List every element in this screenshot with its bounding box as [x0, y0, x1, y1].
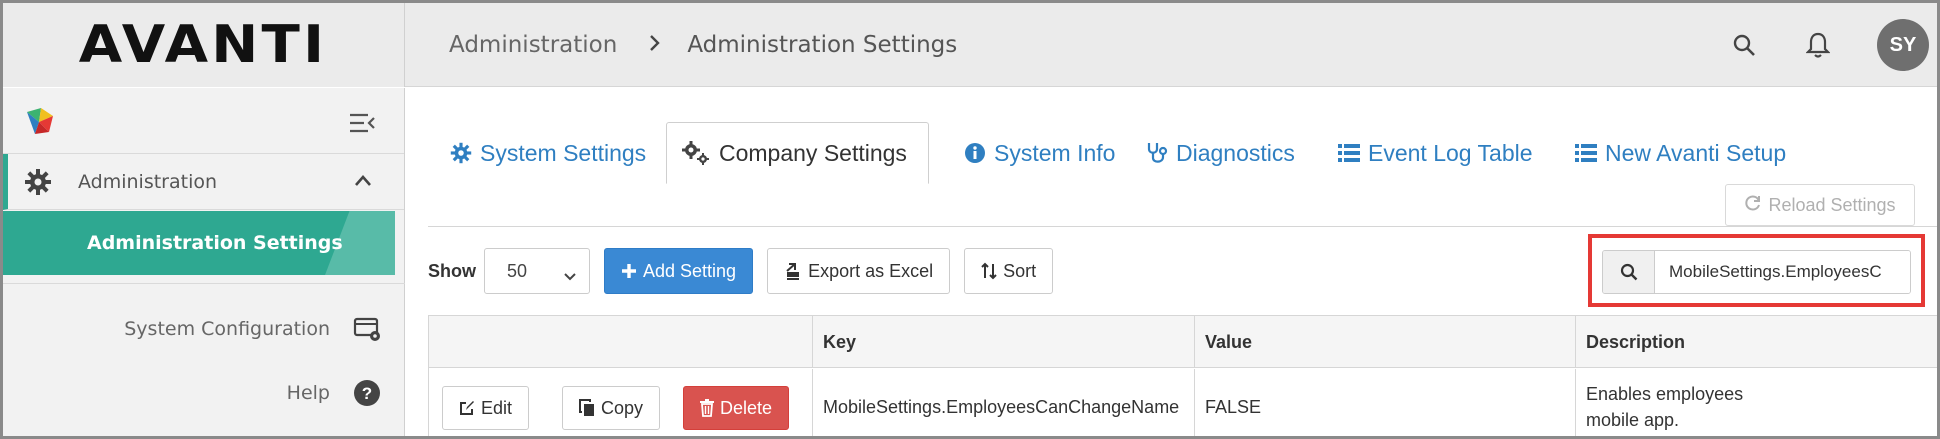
tab-new-avanti-setup[interactable]: New Avanti Setup	[1561, 122, 1800, 184]
row-actions-cell: Edit Copy Delete	[429, 369, 813, 436]
reload-settings-button[interactable]: Reload Settings	[1725, 184, 1915, 226]
export-excel-button[interactable]: Export as Excel	[767, 248, 951, 294]
breadcrumb-administration[interactable]: Administration	[449, 32, 617, 58]
description-line: Enables employees	[1586, 384, 1744, 404]
show-label: Show	[428, 260, 476, 281]
trash-icon	[700, 399, 714, 417]
sidebar-item-administration-settings[interactable]: Administration Settings	[3, 211, 395, 275]
tab-label: System Settings	[480, 139, 647, 166]
tab-label: System Info	[994, 139, 1116, 166]
export-icon	[784, 262, 802, 280]
sidebar-item-label: Help	[286, 382, 330, 404]
collapse-menu-icon[interactable]	[348, 112, 376, 134]
svg-text:?: ?	[362, 384, 372, 403]
delete-label: Delete	[720, 397, 773, 418]
tab-label: Event Log Table	[1368, 139, 1533, 166]
sidebar-item-label: Administration	[78, 170, 218, 193]
copy-button[interactable]: Copy	[562, 386, 661, 430]
sort-icon	[981, 262, 997, 280]
tab-system-settings[interactable]: System Settings	[436, 122, 660, 184]
copy-label: Copy	[601, 397, 644, 418]
sidebar-item-system-configuration[interactable]: System Configuration	[124, 309, 382, 349]
settings-table: Key Value Description Edit Copy Delete M…	[428, 315, 1937, 436]
bell-icon[interactable]	[1803, 30, 1833, 60]
add-setting-button[interactable]: Add Setting	[604, 248, 754, 294]
tab-label: Diagnostics	[1176, 139, 1295, 166]
app-logo: AVANTI	[79, 15, 328, 75]
tab-divider	[428, 226, 1937, 227]
sidebar-item-administration[interactable]: Administration	[3, 154, 404, 210]
search-highlight	[1588, 234, 1925, 307]
app-window: AVANTI Administration Administration Set…	[0, 0, 1940, 439]
key-cell: MobileSettings.EmployeesCanChangeName	[813, 369, 1195, 436]
table-toolbar: Show 50 Add Setting Export as Excel Sort	[428, 248, 1067, 294]
chevron-up-icon[interactable]	[354, 174, 372, 188]
column-header-value[interactable]: Value	[1195, 316, 1576, 368]
page-size-value: 50	[507, 260, 528, 281]
chevron-down-icon	[563, 266, 577, 281]
avatar[interactable]: SY	[1877, 19, 1929, 71]
chevron-right-icon	[649, 33, 661, 58]
list-icon	[1338, 143, 1360, 163]
gear-icon	[450, 142, 472, 164]
reload-label: Reload Settings	[1768, 194, 1896, 215]
sort-label: Sort	[1003, 260, 1037, 281]
sidebar: Administration Administration Settings S…	[3, 88, 405, 436]
delete-button[interactable]: Delete	[683, 386, 790, 430]
tab-label: New Avanti Setup	[1605, 139, 1787, 166]
tab-label: Company Settings	[719, 139, 907, 166]
sidebar-item-label: Administration Settings	[87, 232, 343, 254]
main-content: System Settings Company Settings System …	[406, 88, 1937, 436]
header-actions: SY	[1729, 3, 1937, 87]
sidebar-item-label: System Configuration	[124, 318, 330, 340]
info-icon	[964, 142, 986, 164]
divider	[3, 283, 405, 284]
refresh-icon	[1744, 194, 1762, 217]
edit-button[interactable]: Edit	[442, 386, 530, 430]
description-line: mobile app.	[1586, 410, 1680, 430]
gear-icon	[24, 168, 52, 196]
tab-diagnostics[interactable]: Diagnostics	[1132, 122, 1309, 184]
add-setting-label: Add Setting	[643, 260, 737, 281]
column-header-key[interactable]: Key	[813, 316, 1195, 368]
tab-system-info[interactable]: System Info	[950, 122, 1129, 184]
system-config-icon	[352, 314, 382, 344]
sidebar-top	[3, 88, 404, 154]
export-label: Export as Excel	[808, 260, 934, 281]
column-header-description[interactable]: Description	[1576, 316, 1937, 368]
plus-icon	[621, 263, 637, 279]
search-box	[1602, 250, 1911, 294]
avanti-mark-icon	[23, 106, 57, 140]
search-icon[interactable]	[1729, 30, 1759, 60]
page-size-select[interactable]: 50	[484, 248, 590, 294]
edit-label: Edit	[481, 397, 513, 418]
list-icon	[1575, 143, 1597, 163]
settings-tabs: System Settings Company Settings System …	[406, 88, 1937, 184]
tab-company-settings[interactable]: Company Settings	[666, 122, 929, 184]
sidebar-item-help[interactable]: Help ?	[287, 373, 382, 413]
description-cell: Enables employees mobile app.	[1576, 369, 1937, 436]
tab-event-log-table[interactable]: Event Log Table	[1324, 122, 1547, 184]
breadcrumb: Administration Administration Settings	[449, 3, 957, 87]
top-bar: AVANTI Administration Administration Set…	[3, 3, 1937, 87]
copy-icon	[579, 399, 595, 417]
search-icon[interactable]	[1603, 251, 1655, 293]
table-header: Key Value Description	[429, 316, 1937, 368]
sort-button[interactable]: Sort	[964, 248, 1054, 294]
search-input[interactable]	[1655, 251, 1910, 293]
value-cell: FALSE	[1195, 369, 1576, 436]
column-header-actions	[429, 316, 813, 368]
table-row: Edit Copy Delete MobileSettings.Employee…	[429, 369, 1937, 436]
help-icon: ?	[352, 378, 382, 408]
gears-icon	[681, 140, 711, 166]
stethoscope-icon	[1146, 141, 1168, 165]
edit-icon	[459, 400, 475, 416]
breadcrumb-current: Administration Settings	[687, 32, 958, 58]
logo-area[interactable]: AVANTI	[3, 3, 405, 87]
